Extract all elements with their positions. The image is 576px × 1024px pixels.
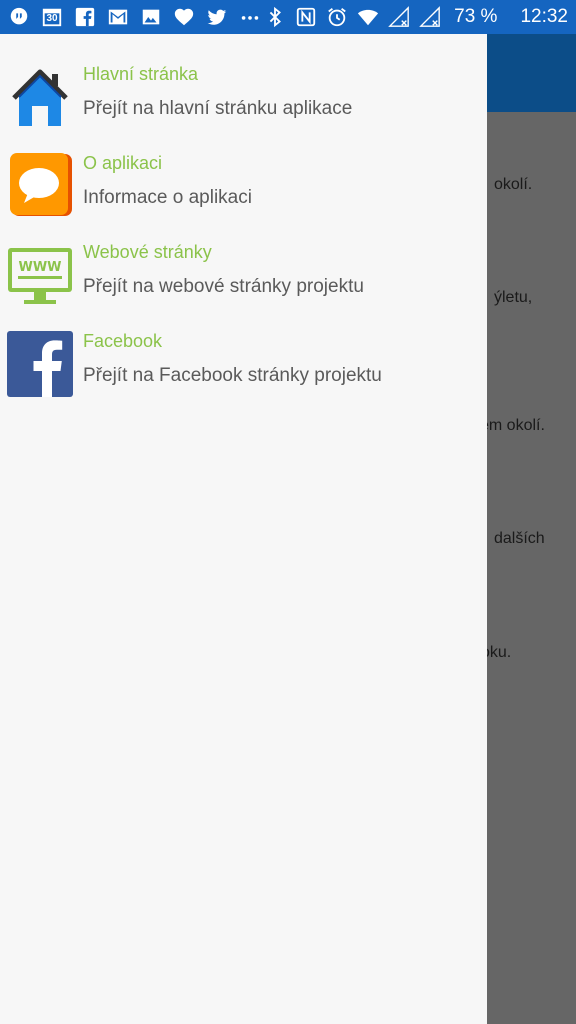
more-dots-icon xyxy=(239,6,261,28)
drawer-item-title: Hlavní stránka xyxy=(83,64,199,84)
www-monitor-icon: WWW xyxy=(6,242,74,310)
nfc-icon xyxy=(295,6,317,28)
sim2-no-signal-icon xyxy=(419,6,441,28)
drawer-item-subtitle: Přejít na webové stránky projektu xyxy=(83,276,364,297)
sim1-no-signal-icon xyxy=(388,6,410,28)
clock: 12:32 xyxy=(520,6,568,27)
drawer-item-subtitle: Přejít na hlavní stránku aplikace xyxy=(83,98,353,119)
drawer-item-home[interactable]: Hlavní stránka Přejít na hlavní stránku … xyxy=(0,64,487,152)
navigation-drawer: Hlavní stránka Přejít na hlavní stránku … xyxy=(0,34,487,1024)
background-text-line: ýletu, xyxy=(494,289,533,306)
drawer-item-about[interactable]: O aplikaci Informace o aplikaci xyxy=(0,153,487,241)
calendar-icon: 30 xyxy=(41,6,63,28)
facebook-icon xyxy=(6,331,74,399)
wifi-icon xyxy=(357,6,379,28)
svg-text:WWW: WWW xyxy=(18,260,61,275)
notification-icons: 30 xyxy=(8,6,261,28)
drawer-item-website[interactable]: WWW Webové stránky Přejít na webové strá… xyxy=(0,242,487,330)
facebook-icon xyxy=(74,6,96,28)
background-text-line: dalších xyxy=(494,530,545,547)
background-text-line: okolí. xyxy=(494,176,533,193)
gmail-icon xyxy=(107,6,129,28)
drawer-item-subtitle: Informace o aplikaci xyxy=(83,187,252,208)
speech-bubble-icon xyxy=(6,153,74,221)
drawer-item-facebook[interactable]: Facebook Přejít na Facebook stránky proj… xyxy=(0,331,487,419)
drawer-item-title: O aplikaci xyxy=(83,153,163,173)
background-text-line: em okolí. xyxy=(480,417,545,434)
twitter-icon xyxy=(206,6,228,28)
calendar-day: 30 xyxy=(46,13,58,24)
drawer-item-title: Facebook xyxy=(83,331,163,351)
drawer-item-title: Webové stránky xyxy=(83,242,212,262)
bluetooth-icon xyxy=(264,6,286,28)
system-icons: 73 % 12:32 xyxy=(264,6,568,28)
drawer-item-subtitle: Přejít na Facebook stránky projektu xyxy=(83,365,382,386)
image-icon xyxy=(140,6,162,28)
quote-bubble-icon xyxy=(8,6,30,28)
alarm-icon xyxy=(326,6,348,28)
status-bar: 30 73 % 12:32 xyxy=(0,0,576,34)
heart-icon xyxy=(173,6,195,28)
battery-percent: 73 % xyxy=(454,6,498,27)
home-icon xyxy=(6,64,74,132)
